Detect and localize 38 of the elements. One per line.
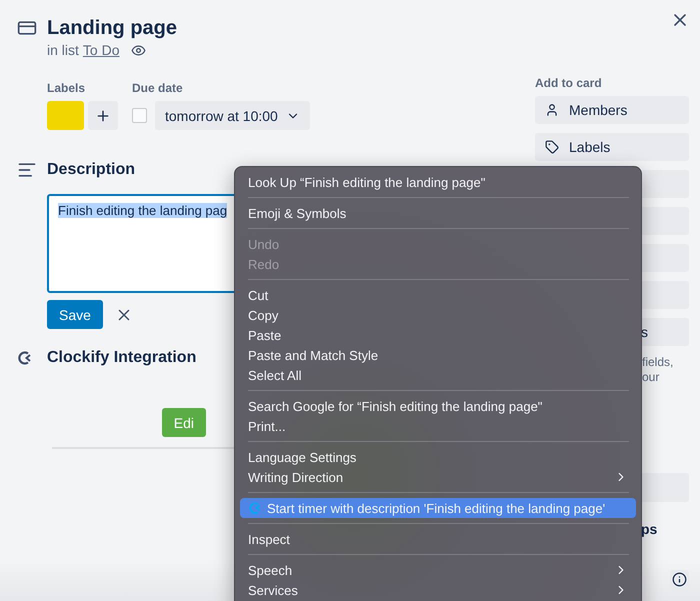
menu-item[interactable]: Print... (240, 416, 636, 436)
info-icon (672, 572, 687, 587)
menu-item[interactable]: Paste (240, 325, 636, 345)
due-date-checkbox[interactable] (132, 108, 147, 123)
clockify-icon (17, 350, 33, 366)
clockify-icon (248, 501, 262, 515)
clockify-heading: Clockify Integration (47, 348, 196, 368)
menu-item[interactable]: Language Settings (240, 447, 636, 467)
eye-icon (131, 42, 146, 58)
menu-item[interactable]: Services (240, 580, 636, 600)
list-prefix: in list (47, 42, 79, 58)
card-title: Landing page (47, 16, 178, 41)
menu-item[interactable]: Speech (240, 560, 636, 580)
menu-item[interactable]: Paste and Match Style (240, 345, 636, 365)
sidebar-button[interactable]: Labels (535, 133, 689, 161)
due-date-dropdown[interactable]: tomorrow at 10:00 (155, 101, 310, 130)
menu-item[interactable]: Writing Direction (240, 467, 636, 487)
plus-icon (95, 108, 111, 124)
menu-item[interactable]: Look Up “Finish editing the landing page" (240, 172, 636, 192)
list-link[interactable]: To Do (82, 42, 120, 58)
add-to-card-heading: Add to card (535, 75, 603, 91)
menu-item[interactable]: Inspect (240, 529, 636, 549)
due-date-heading: Due date (132, 80, 184, 96)
sidebar-note: our (642, 370, 660, 385)
menu-item[interactable]: Copy (240, 305, 636, 325)
description-heading: Description (47, 160, 136, 180)
tag-icon (545, 140, 559, 154)
menu-item[interactable]: Start timer with description 'Finish editing the landing page' (240, 498, 636, 518)
person-icon (545, 103, 559, 117)
add-label-button[interactable] (88, 101, 118, 130)
sidebar-text: ps (640, 521, 658, 537)
save-button[interactable]: Save (47, 300, 103, 329)
menu-item[interactable]: Search Google for “Finish editing the landing page" (240, 396, 636, 416)
menu-item[interactable]: Select All (240, 365, 636, 385)
labels-heading: Labels (47, 80, 86, 96)
sidebar-note: fields, (642, 355, 674, 370)
sidebar-button[interactable]: Members (535, 96, 689, 124)
info-button[interactable] (670, 570, 689, 589)
